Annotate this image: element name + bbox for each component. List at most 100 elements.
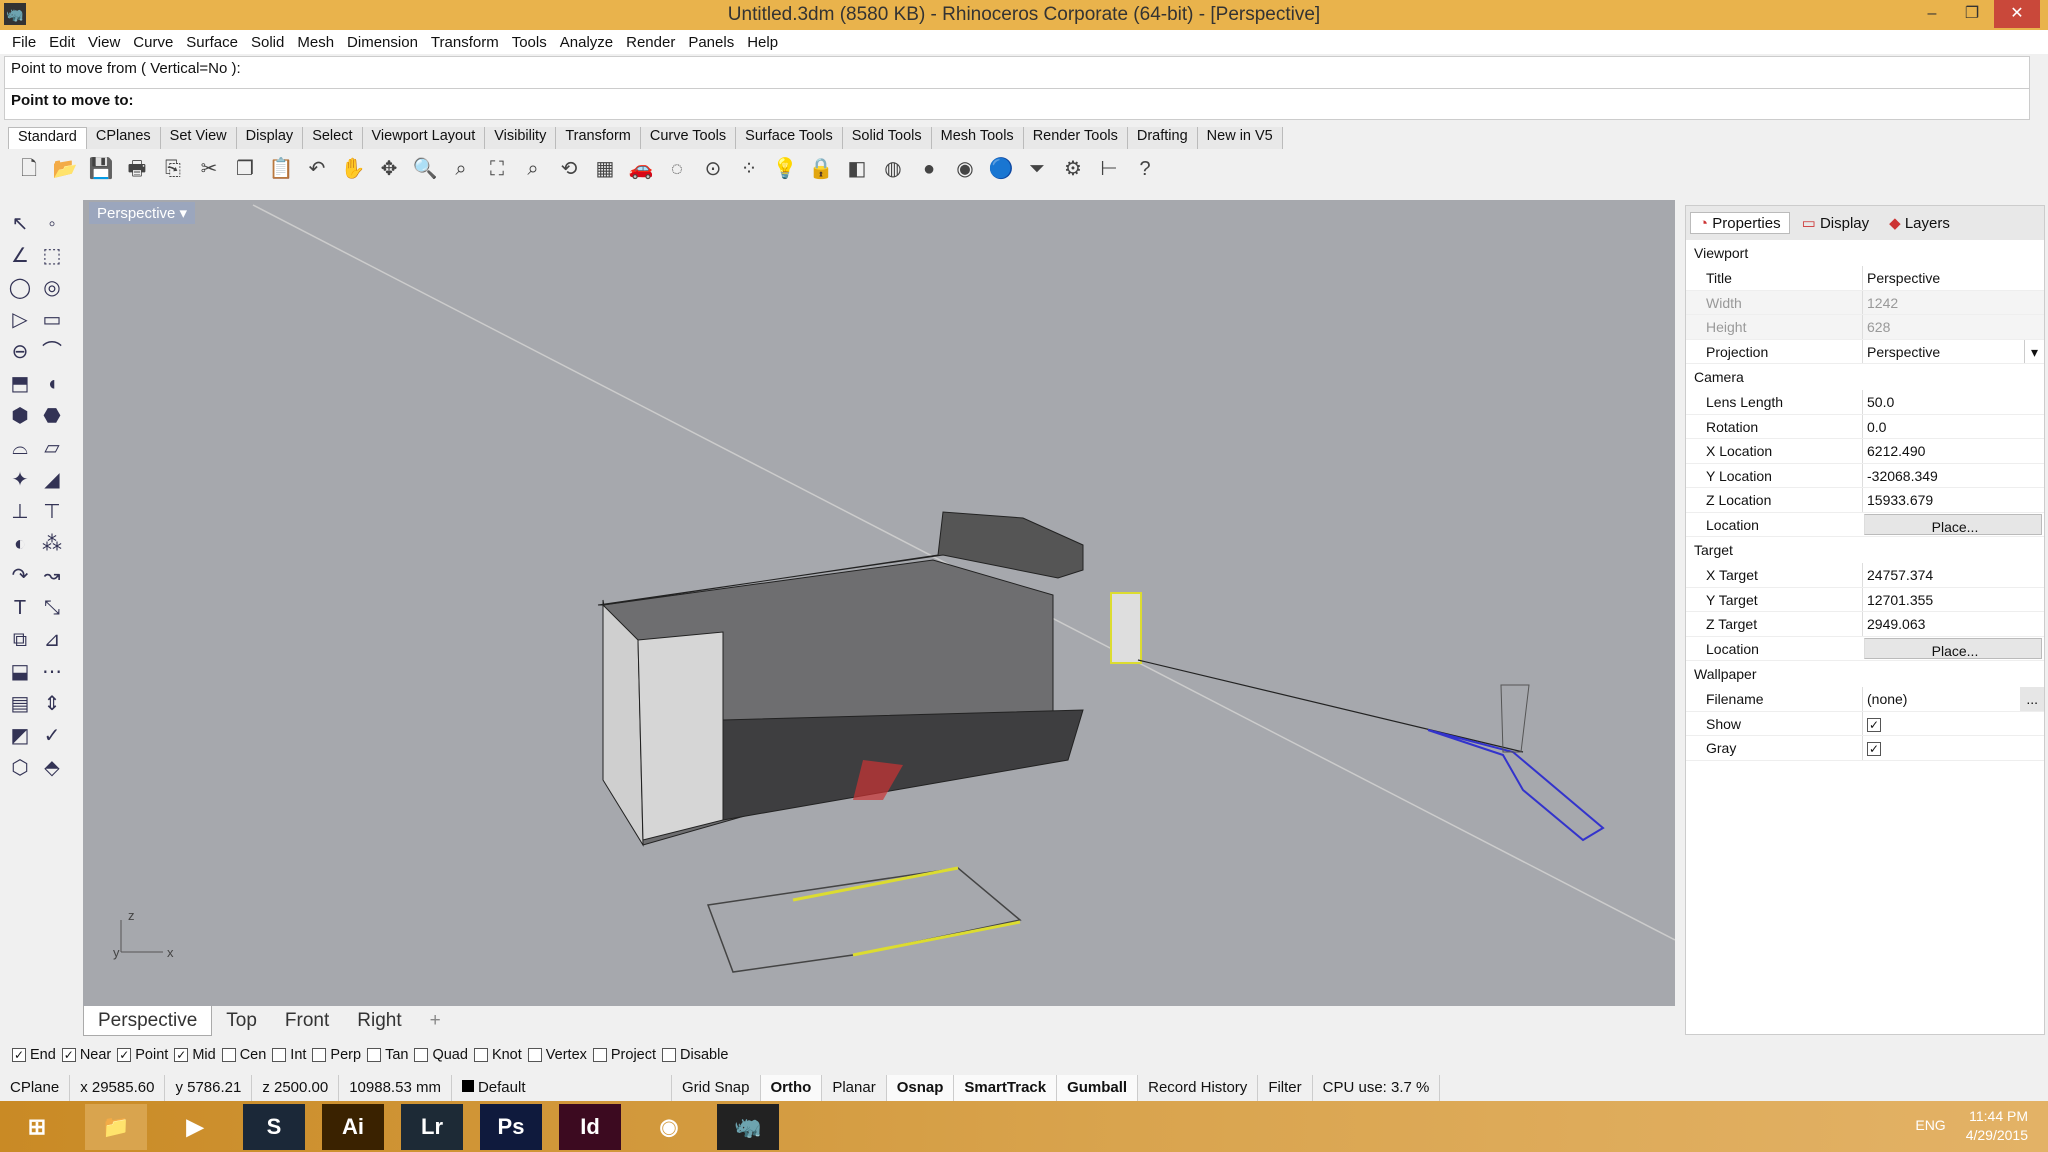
tool-icon-34[interactable]: ✓ (36, 720, 68, 752)
tool-icon-12[interactable]: ◖ (36, 368, 68, 400)
tool-icon-32[interactable]: ⇕ (36, 688, 68, 720)
menu-tools[interactable]: Tools (508, 34, 556, 51)
new-icon[interactable]: 🗋 (14, 154, 44, 184)
osnap-knot[interactable]: Knot (473, 1047, 522, 1063)
checkbox[interactable]: ✓ (12, 1048, 26, 1062)
layer-icon[interactable]: ◧ (842, 154, 872, 184)
viewport-tab-perspective[interactable]: Perspective (83, 1006, 213, 1036)
tool-icon-29[interactable]: ⬓ (4, 656, 36, 688)
menu-mesh[interactable]: Mesh (293, 34, 343, 51)
viewport-tab-right[interactable]: Right (343, 1006, 415, 1036)
checkbox[interactable]: ✓ (174, 1048, 189, 1062)
menu-file[interactable]: File (8, 34, 45, 51)
toolbar-tab-cplanes[interactable]: CPlanes (86, 127, 161, 149)
tool-icon-15[interactable]: ⌓ (4, 432, 36, 464)
help-icon[interactable]: ? (1130, 154, 1160, 184)
property-value[interactable]: 2949.063 (1862, 612, 2044, 636)
taskbar-lightroom-icon[interactable]: Lr (401, 1104, 463, 1150)
property-value[interactable]: 15933.679 (1862, 488, 2044, 512)
browse-button[interactable]: ... (2020, 687, 2044, 711)
property-value[interactable]: 12701.355 (1862, 587, 2044, 611)
tool-icon-27[interactable]: ⧉ (4, 624, 36, 656)
menu-dimension[interactable]: Dimension (343, 34, 427, 51)
tool-icon-33[interactable]: ◩ (4, 720, 36, 752)
osnap-perp[interactable]: Perp (312, 1047, 361, 1063)
tool-icon-22[interactable]: ⁂ (36, 528, 68, 560)
toolbar-tab-display[interactable]: Display (236, 127, 304, 149)
layer-indicator[interactable]: Default (452, 1075, 672, 1101)
toolbar-tab-select[interactable]: Select (303, 127, 363, 149)
lock-icon[interactable]: 🔒 (806, 154, 836, 184)
zoom-icon[interactable]: 🔍 (410, 154, 440, 184)
restore-button[interactable]: ❐ (1952, 0, 1992, 28)
render-icon[interactable]: 🔵 (986, 154, 1016, 184)
tool-icon-5[interactable]: ◯ (4, 272, 36, 304)
menu-transform[interactable]: Transform (427, 34, 508, 51)
show-icon[interactable]: ⊙ (698, 154, 728, 184)
tool-icon-9[interactable]: ⊖ (4, 336, 36, 368)
toggle-osnap[interactable]: Osnap (886, 1075, 955, 1101)
place-button[interactable]: Place... (1864, 637, 2042, 659)
property-value[interactable]: 50.0 (1862, 390, 2044, 414)
toolbar-tab-render-tools[interactable]: Render Tools (1023, 127, 1128, 149)
car-icon[interactable]: 🚗 (626, 154, 656, 184)
toolbar-tab-new-in-v5[interactable]: New in V5 (1197, 127, 1283, 149)
toggle-ortho[interactable]: Ortho (760, 1075, 823, 1101)
tool-icon-1[interactable]: ↖ (4, 208, 36, 240)
menu-view[interactable]: View (84, 34, 129, 51)
add-viewport-tab-button[interactable]: + (416, 1006, 455, 1036)
osnap-mid[interactable]: ✓ Mid (174, 1047, 216, 1063)
filter-icon[interactable]: ⏷ (1022, 154, 1052, 184)
toggle-smarttrack[interactable]: SmartTrack (954, 1075, 1058, 1101)
tool-icon-8[interactable]: ▭ (36, 304, 68, 336)
tool-icon-7[interactable]: ▷ (4, 304, 36, 336)
rotate-icon[interactable]: ⟲ (554, 154, 584, 184)
copy-icon[interactable]: ❐ (230, 154, 260, 184)
toolbar-tab-mesh-tools[interactable]: Mesh Tools (931, 127, 1024, 149)
toggle-grid-snap[interactable]: Grid Snap (672, 1075, 761, 1101)
print-icon[interactable]: 🖶 (122, 154, 152, 184)
system-tray[interactable]: ENG 11:44 PM 4/29/2015 (1915, 1107, 2028, 1145)
checkbox[interactable] (414, 1048, 429, 1062)
checkbox[interactable] (221, 1048, 236, 1062)
property-value[interactable]: 24757.374 (1862, 563, 2044, 587)
rotate-view-icon[interactable]: ✥ (374, 154, 404, 184)
property-value[interactable]: 0.0 (1862, 414, 2044, 438)
tool-icon-21[interactable]: ◐ (4, 528, 36, 560)
points-icon[interactable]: ⁘ (734, 154, 764, 184)
toolbar-tab-transform[interactable]: Transform (556, 127, 641, 149)
shaded-icon[interactable]: ● (914, 154, 944, 184)
toggle-filter[interactable]: Filter (1258, 1075, 1313, 1101)
cplane-indicator[interactable]: CPlane (0, 1075, 71, 1101)
viewport-layout-icon[interactable]: ▦ (590, 154, 620, 184)
tool-icon-10[interactable]: ⌒ (36, 336, 68, 368)
menu-surface[interactable]: Surface (182, 34, 247, 51)
osnap-project[interactable]: Project (592, 1047, 656, 1063)
toggle-record-history[interactable]: Record History (1138, 1075, 1259, 1101)
osnap-quad[interactable]: Quad (414, 1047, 468, 1063)
toolbar-tab-visibility[interactable]: Visibility (485, 127, 557, 149)
taskbar-indesign-icon[interactable]: Id (559, 1104, 621, 1150)
light-icon[interactable]: 💡 (770, 154, 800, 184)
command-prompt[interactable]: Point to move to: (5, 88, 2029, 119)
place-button[interactable]: Place... (1864, 513, 2042, 535)
property-value[interactable]: -32068.349 (1862, 463, 2044, 487)
osnap-near[interactable]: ✓ Near (61, 1047, 111, 1063)
taskbar-file-explorer-icon[interactable]: 📁 (85, 1104, 147, 1150)
property-value[interactable]: Perspective (1862, 266, 2044, 290)
osnap-cen[interactable]: Cen (221, 1047, 266, 1063)
taskbar-media-player-icon[interactable]: ▶ (164, 1104, 226, 1150)
osnap-end[interactable]: ✓ End (12, 1047, 56, 1063)
tool-icon-28[interactable]: ⊿ (36, 624, 68, 656)
osnap-disable[interactable]: Disable (662, 1047, 728, 1063)
panel-tab-layers[interactable]: ◆ Layers (1881, 212, 1958, 234)
property-value[interactable]: 6212.490 (1862, 439, 2044, 463)
tool-icon-31[interactable]: ▤ (4, 688, 36, 720)
command-area[interactable]: Point to move from ( Vertical=No ): Poin… (4, 56, 2030, 120)
osnap-int[interactable]: Int (272, 1047, 306, 1063)
save-icon[interactable]: 💾 (86, 154, 116, 184)
toggle-planar[interactable]: Planar (822, 1075, 887, 1101)
taskbar-start-icon[interactable]: ⊞ (6, 1104, 68, 1150)
tool-icon-3[interactable]: ∠ (4, 240, 36, 272)
menu-render[interactable]: Render (622, 34, 684, 51)
